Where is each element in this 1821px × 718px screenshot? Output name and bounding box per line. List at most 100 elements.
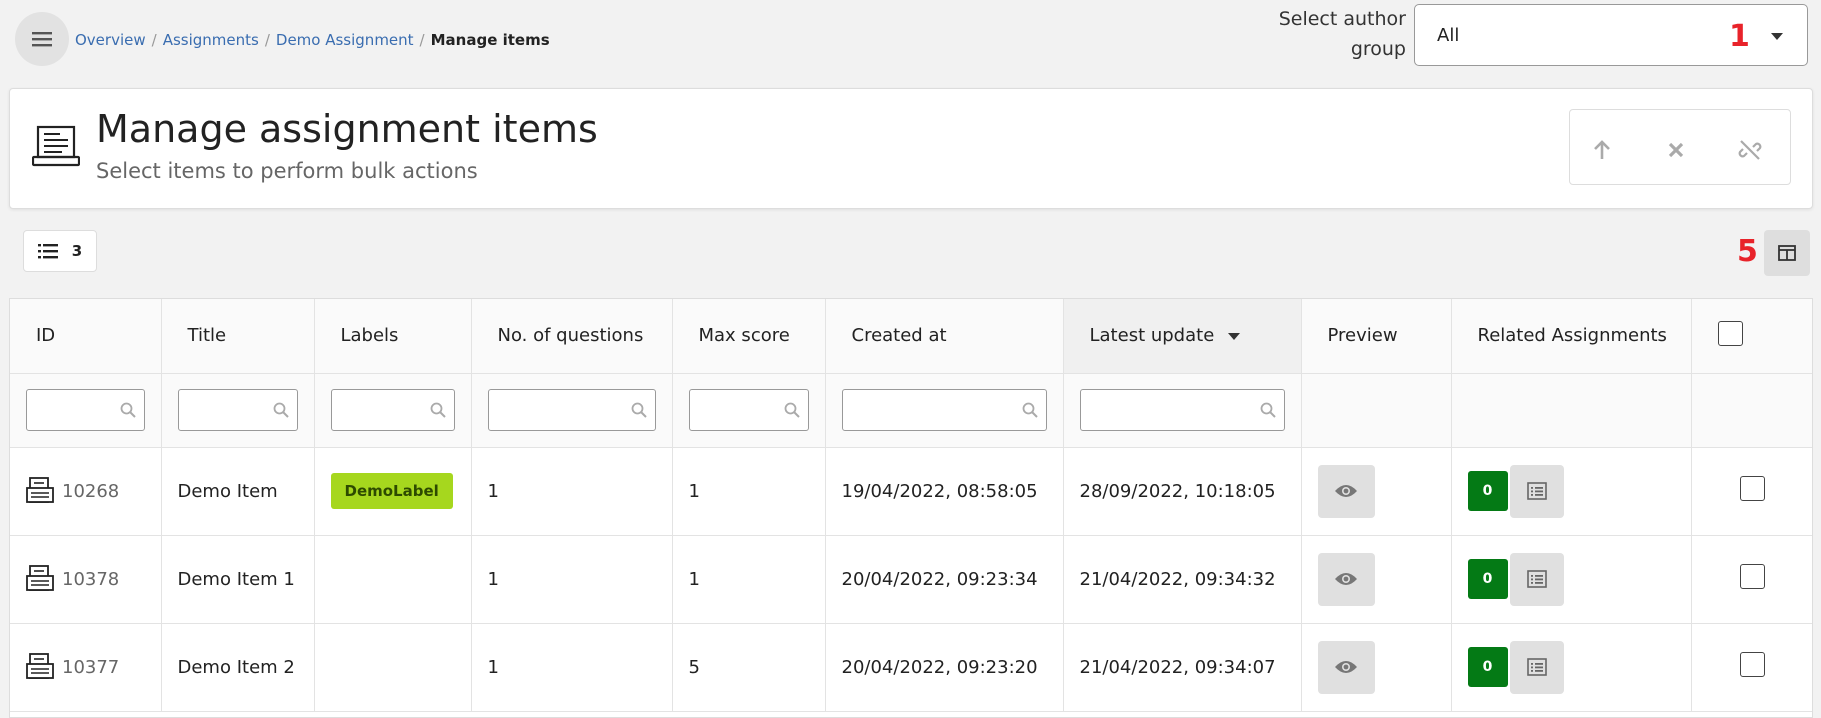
related-cell: 0 xyxy=(1451,535,1692,624)
eye-icon xyxy=(1335,573,1357,585)
author-group-value: All xyxy=(1437,24,1460,46)
column-header-labels[interactable]: Labels xyxy=(314,299,472,374)
remove-button[interactable] xyxy=(1656,130,1696,170)
column-toggle-button[interactable] xyxy=(1764,230,1810,276)
unlink-button[interactable] xyxy=(1730,130,1770,170)
eye-icon xyxy=(1335,661,1357,673)
related-cell: 0 xyxy=(1451,447,1692,536)
filter-cell xyxy=(1063,373,1302,448)
breadcrumb-assignments[interactable]: Assignments xyxy=(163,31,259,49)
filter-updated-input[interactable] xyxy=(1079,389,1285,431)
related-count-badge: 0 xyxy=(1467,559,1508,599)
column-header-title[interactable]: Title xyxy=(161,299,315,374)
list-count-button[interactable]: 3 xyxy=(23,230,97,272)
filter-cell xyxy=(471,373,673,448)
related-count-badge: 0 xyxy=(1467,647,1508,687)
item-id-link[interactable]: 10378 xyxy=(62,569,119,590)
title-cell: Demo Item 2 xyxy=(161,623,315,712)
breadcrumb-separator: / xyxy=(419,31,425,49)
column-header-questions[interactable]: No. of questions xyxy=(471,299,673,374)
search-icon xyxy=(273,402,289,418)
table-row: 10268 Demo Item DemoLabel 1 1 19/04/2022… xyxy=(10,447,1812,536)
created-cell: 20/04/2022, 09:23:34 xyxy=(825,535,1064,624)
related-list-button[interactable] xyxy=(1509,552,1564,606)
related-list-button[interactable] xyxy=(1509,464,1564,518)
title-cell: Demo Item xyxy=(161,447,315,536)
breadcrumb-overview[interactable]: Overview xyxy=(75,31,146,49)
select-all-cell xyxy=(1691,299,1812,374)
search-icon xyxy=(1022,402,1038,418)
row-checkbox[interactable] xyxy=(1740,652,1766,677)
breadcrumb-demo-assignment[interactable]: Demo Assignment xyxy=(276,31,414,49)
created-cell: 19/04/2022, 08:58:05 xyxy=(825,447,1064,536)
max-score-cell: 5 xyxy=(672,623,826,712)
filter-max-score-input[interactable] xyxy=(688,389,809,431)
breadcrumb: Overview / Assignments / Demo Assignment… xyxy=(75,31,550,49)
item-document-icon xyxy=(26,477,54,503)
column-header-latest-update[interactable]: Latest update xyxy=(1063,299,1302,374)
chevron-down-icon xyxy=(1771,33,1783,40)
breadcrumb-separator: / xyxy=(264,31,270,49)
filter-cell xyxy=(314,373,472,448)
eye-icon xyxy=(1335,485,1357,497)
filter-questions-input[interactable] xyxy=(487,389,656,431)
close-icon xyxy=(1668,142,1684,158)
search-icon xyxy=(1260,402,1276,418)
list-icon xyxy=(37,244,58,259)
questions-cell: 1 xyxy=(471,447,673,536)
item-document-icon xyxy=(26,653,54,679)
items-table: ID Title Labels No. of questions Max sco… xyxy=(9,298,1813,718)
preview-button[interactable] xyxy=(1317,640,1375,694)
column-header-latest-update-label: Latest update xyxy=(1089,325,1215,347)
column-header-id[interactable]: ID xyxy=(10,299,162,374)
filter-id-input[interactable] xyxy=(26,389,145,431)
laptop-document-icon xyxy=(31,125,81,173)
preview-cell xyxy=(1301,623,1452,712)
page-header-card: Manage assignment items Select items to … xyxy=(9,88,1813,209)
row-checkbox[interactable] xyxy=(1740,564,1766,589)
preview-button[interactable] xyxy=(1317,552,1375,606)
search-icon xyxy=(430,402,446,418)
preview-cell xyxy=(1301,535,1452,624)
column-header-max-score[interactable]: Max score xyxy=(672,299,826,374)
menu-button[interactable] xyxy=(15,12,69,66)
filter-created-input[interactable] xyxy=(841,389,1047,431)
page-title: Manage assignment items xyxy=(96,107,598,151)
labels-cell: DemoLabel xyxy=(314,447,472,536)
filter-cell-empty xyxy=(1451,373,1692,448)
unlink-icon xyxy=(1738,140,1762,160)
select-all-checkbox[interactable] xyxy=(1717,320,1743,346)
author-group-label: Select author group xyxy=(1278,8,1406,60)
search-icon xyxy=(120,402,136,418)
labels-cell xyxy=(314,623,472,712)
search-icon xyxy=(631,402,647,418)
id-cell: 10378 xyxy=(10,535,162,624)
related-count-badge: 0 xyxy=(1467,471,1508,511)
filter-cell xyxy=(672,373,826,448)
item-id-link[interactable]: 10268 xyxy=(62,481,119,502)
column-header-created-at[interactable]: Created at xyxy=(825,299,1064,374)
max-score-cell: 1 xyxy=(672,535,826,624)
filter-cell-empty xyxy=(1691,373,1812,448)
related-list-button[interactable] xyxy=(1509,640,1564,694)
preview-button[interactable] xyxy=(1317,464,1375,518)
table-row: 10378 Demo Item 1 1 1 20/04/2022, 09:23:… xyxy=(10,535,1812,624)
bulk-actions xyxy=(1569,109,1791,185)
filter-cell xyxy=(825,373,1064,448)
columns-icon xyxy=(1778,245,1796,261)
breadcrumb-current: Manage items xyxy=(430,31,550,49)
related-cell: 0 xyxy=(1451,623,1692,712)
filter-labels-input[interactable] xyxy=(330,389,455,431)
item-id-link[interactable]: 10377 xyxy=(62,657,119,678)
updated-cell: 21/04/2022, 09:34:32 xyxy=(1063,535,1302,624)
move-up-button[interactable] xyxy=(1582,130,1622,170)
list-alt-icon xyxy=(1526,570,1547,588)
item-document-icon xyxy=(26,565,54,591)
label-badge: DemoLabel xyxy=(330,473,453,509)
filter-cell-empty xyxy=(1301,373,1452,448)
row-checkbox[interactable] xyxy=(1740,476,1766,501)
marker-1: 1 xyxy=(1729,19,1750,54)
updated-cell: 21/04/2022, 09:34:07 xyxy=(1063,623,1302,712)
filter-title-input[interactable] xyxy=(177,389,298,431)
sort-desc-icon xyxy=(1228,332,1241,340)
